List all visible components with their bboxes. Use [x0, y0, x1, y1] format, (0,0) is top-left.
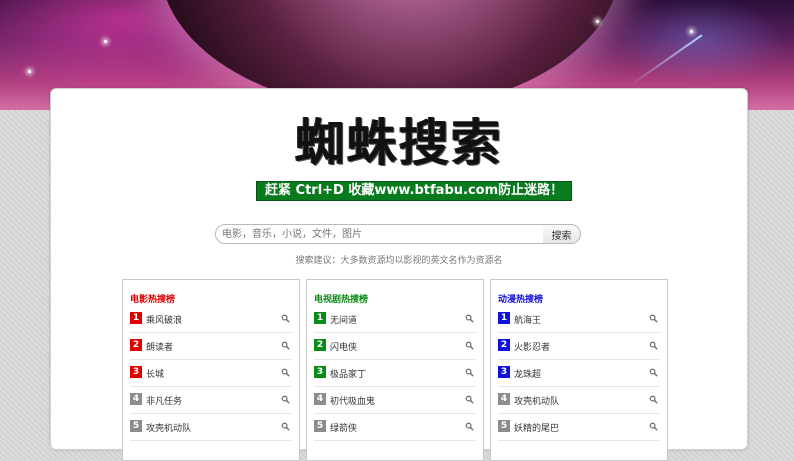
item-name[interactable]: 航海王 [514, 313, 541, 326]
star-graphic [104, 40, 107, 43]
list-title: 电影热搜榜 [130, 295, 176, 305]
search-tip: 搜索建议：大多数资源均以影视的英文名作为资源名 [295, 256, 503, 266]
item-name[interactable]: 无间道 [330, 313, 357, 326]
search-icon[interactable] [465, 422, 474, 431]
search-icon[interactable] [465, 395, 474, 404]
item-name[interactable]: 长城 [146, 367, 164, 380]
movie-hot-list: 电影热搜榜 1 乘风破浪 2 朗读者 3 长城 4 非凡任务 5 攻壳机动队 [122, 279, 300, 461]
item-name[interactable]: 朗读者 [146, 340, 173, 353]
list-item[interactable]: 2 火影忍者 [498, 333, 660, 360]
item-name[interactable]: 绿箭侠 [330, 421, 357, 434]
search-icon[interactable] [465, 314, 474, 323]
anime-hot-list: 动漫热搜榜 1 航海王 2 火影忍者 3 龙珠超 4 攻壳机动队 5 妖精的尾巴 [490, 279, 668, 461]
rank-badge: 2 [314, 339, 326, 351]
list-title: 电视剧热搜榜 [314, 295, 369, 305]
search-icon[interactable] [281, 395, 290, 404]
bookmark-notice: 赶紧 Ctrl+D 收藏www.btfabu.com防止迷路！ [256, 181, 573, 201]
item-name[interactable]: 妖精的尾巴 [514, 421, 559, 434]
item-name[interactable]: 攻壳机动队 [146, 421, 191, 434]
item-name[interactable]: 乘风破浪 [146, 313, 182, 326]
search-icon[interactable] [465, 341, 474, 350]
tv-hot-list: 电视剧热搜榜 1 无间道 2 闪电侠 3 极品家丁 4 初代吸血鬼 5 绿箭侠 [306, 279, 484, 461]
list-item[interactable]: 4 初代吸血鬼 [314, 387, 476, 414]
rank-badge: 4 [130, 393, 142, 405]
search-input[interactable] [215, 224, 547, 244]
search-icon[interactable] [649, 422, 658, 431]
star-graphic [690, 30, 693, 33]
item-name[interactable]: 极品家丁 [330, 367, 366, 380]
search-icon[interactable] [281, 368, 290, 377]
item-name[interactable]: 龙珠超 [514, 367, 541, 380]
rank-badge: 4 [498, 393, 510, 405]
list-item[interactable]: 1 乘风破浪 [130, 306, 292, 333]
item-name[interactable]: 非凡任务 [146, 394, 182, 407]
search-icon[interactable] [281, 314, 290, 323]
search-icon[interactable] [649, 368, 658, 377]
list-item[interactable]: 5 攻壳机动队 [130, 414, 292, 441]
item-name[interactable]: 攻壳机动队 [514, 394, 559, 407]
site-logo[interactable]: 蜘蛛搜索 [51, 115, 747, 171]
rank-badge: 2 [130, 339, 142, 351]
search-icon[interactable] [649, 314, 658, 323]
list-item[interactable]: 1 航海王 [498, 306, 660, 333]
rank-badge: 2 [498, 339, 510, 351]
list-item[interactable]: 4 非凡任务 [130, 387, 292, 414]
list-item[interactable]: 5 妖精的尾巴 [498, 414, 660, 441]
rank-badge: 3 [314, 366, 326, 378]
item-name[interactable]: 火影忍者 [514, 340, 550, 353]
rank-badge: 1 [130, 312, 142, 324]
rank-badge: 5 [130, 420, 142, 432]
list-item[interactable]: 4 攻壳机动队 [498, 387, 660, 414]
list-item[interactable]: 5 绿箭侠 [314, 414, 476, 441]
star-graphic [596, 20, 599, 23]
search-icon[interactable] [281, 422, 290, 431]
search-icon[interactable] [649, 341, 658, 350]
meteor-graphic [627, 34, 703, 88]
list-item[interactable]: 2 闪电侠 [314, 333, 476, 360]
list-item[interactable]: 3 极品家丁 [314, 360, 476, 387]
rank-badge: 5 [498, 420, 510, 432]
main-panel: 蜘蛛搜索 赶紧 Ctrl+D 收藏www.btfabu.com防止迷路！ 搜索 … [50, 88, 748, 461]
rank-badge: 4 [314, 393, 326, 405]
list-item[interactable]: 3 龙珠超 [498, 360, 660, 387]
rank-badge: 3 [130, 366, 142, 378]
search-icon[interactable] [649, 395, 658, 404]
search-icon[interactable] [465, 368, 474, 377]
search-button[interactable]: 搜索 [543, 224, 581, 244]
list-item[interactable]: 1 无间道 [314, 306, 476, 333]
rank-badge: 1 [498, 312, 510, 324]
list-item[interactable]: 2 朗读者 [130, 333, 292, 360]
item-name[interactable]: 初代吸血鬼 [330, 394, 375, 407]
item-name[interactable]: 闪电侠 [330, 340, 357, 353]
rank-badge: 5 [314, 420, 326, 432]
rank-badge: 3 [498, 366, 510, 378]
rank-badge: 1 [314, 312, 326, 324]
list-item[interactable]: 3 长城 [130, 360, 292, 387]
search-icon[interactable] [281, 341, 290, 350]
list-title: 动漫热搜榜 [498, 295, 544, 305]
star-graphic [28, 70, 31, 73]
